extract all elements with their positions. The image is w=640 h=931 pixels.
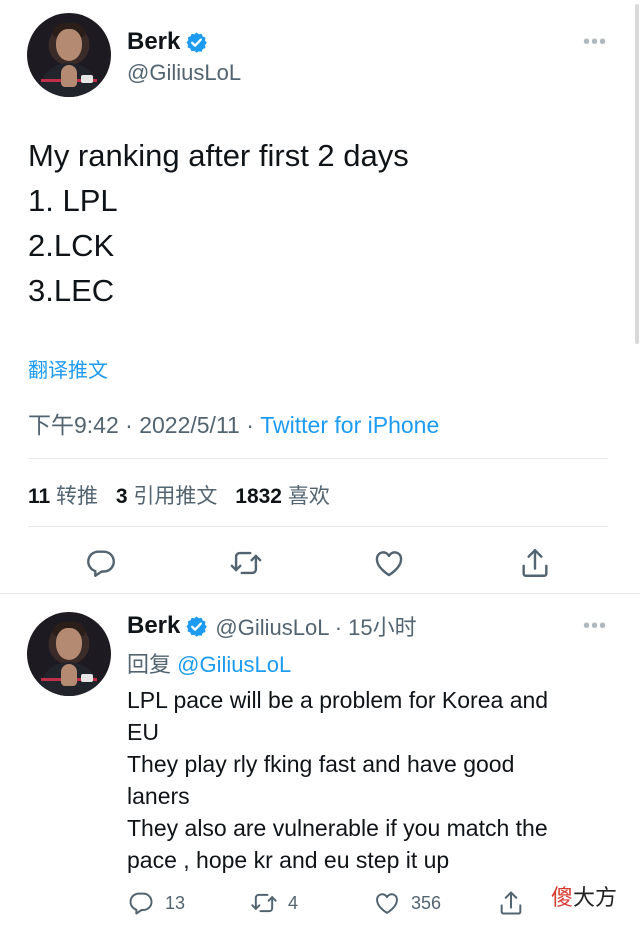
reply-retweet-button[interactable]: 4: [250, 889, 298, 917]
tweet-line: 3.LEC: [28, 273, 115, 308]
reply-line: LPL pace will be a problem for Korea and: [127, 687, 549, 713]
tweet-line: My ranking after first 2 days: [28, 138, 409, 173]
like-icon: [376, 893, 398, 914]
reply-text: LPL pace will be a problem for Korea and…: [127, 684, 597, 876]
reply-line: They play rly fking fast and have good: [127, 751, 515, 777]
reply-line: They also are vulnerable if you match th…: [127, 815, 548, 841]
display-name[interactable]: Berk: [127, 28, 180, 56]
replying-to: 回复 @GiliusLoL: [127, 652, 292, 677]
more-dots-icon[interactable]: •••: [583, 31, 607, 54]
avatar[interactable]: [27, 13, 111, 97]
share-icon: [500, 891, 522, 915]
verified-badge-icon: [185, 31, 208, 54]
author-name-row[interactable]: Berk: [127, 28, 208, 56]
retweets-stat[interactable]: 11 转推: [28, 485, 98, 508]
author-handle[interactable]: @GiliusLoL: [127, 60, 241, 86]
timestamp[interactable]: 下午9:42 · 2022/5/11 ·: [28, 412, 260, 438]
like-count: 356: [411, 892, 442, 913]
reply-icon[interactable]: [84, 546, 118, 580]
quotes-stat[interactable]: 3 引用推文: [116, 485, 218, 508]
more-dots-icon[interactable]: •••: [583, 615, 607, 638]
tweet-meta: 下午9:42 · 2022/5/11 · Twitter for iPhone: [28, 406, 439, 440]
reply-line: laners: [127, 783, 190, 809]
watermark: 傻大方: [551, 886, 618, 911]
share-icon[interactable]: [518, 546, 552, 580]
tweet-line: 1. LPL: [28, 183, 118, 218]
translate-link[interactable]: 翻译推文: [28, 354, 108, 383]
reply-line: EU: [127, 719, 159, 745]
mention-link[interactable]: @GiliusLoL: [177, 652, 291, 677]
display-name[interactable]: Berk: [127, 612, 180, 640]
reply-like-button[interactable]: 356: [373, 889, 441, 917]
reply-author-row[interactable]: Berk @GiliusLoL · 15小时: [127, 610, 417, 642]
reply-count: 13: [165, 892, 186, 913]
likes-stat[interactable]: 1832 喜欢: [235, 485, 330, 508]
tweet-text: My ranking after first 2 days 1. LPL 2.L…: [28, 133, 409, 313]
reply-share-button[interactable]: [497, 889, 535, 917]
reply-line: pace , hope kr and eu step it up: [127, 847, 450, 873]
retweet-icon[interactable]: [229, 546, 263, 580]
divider: [28, 458, 608, 459]
divider: [28, 526, 608, 527]
tweet-line: 2.LCK: [28, 228, 115, 263]
retweet-count: 4: [288, 892, 299, 913]
scrollbar[interactable]: [635, 4, 639, 344]
reply-icon: [129, 892, 153, 915]
retweet-icon: [251, 893, 277, 913]
reply-reply-button[interactable]: 13: [127, 889, 185, 917]
verified-badge-icon: [185, 615, 208, 638]
author-handle-time[interactable]: @GiliusLoL · 15小时: [215, 610, 416, 642]
thread-separator: [0, 593, 640, 594]
main-tweet: Berk @GiliusLoL ••• My ranking after fir…: [0, 0, 640, 592]
like-icon[interactable]: [372, 546, 406, 580]
avatar[interactable]: [27, 612, 111, 696]
tweet-stats: 11 转推 3 引用推文 1832 喜欢: [28, 480, 330, 510]
source-link[interactable]: Twitter for iPhone: [260, 412, 439, 438]
